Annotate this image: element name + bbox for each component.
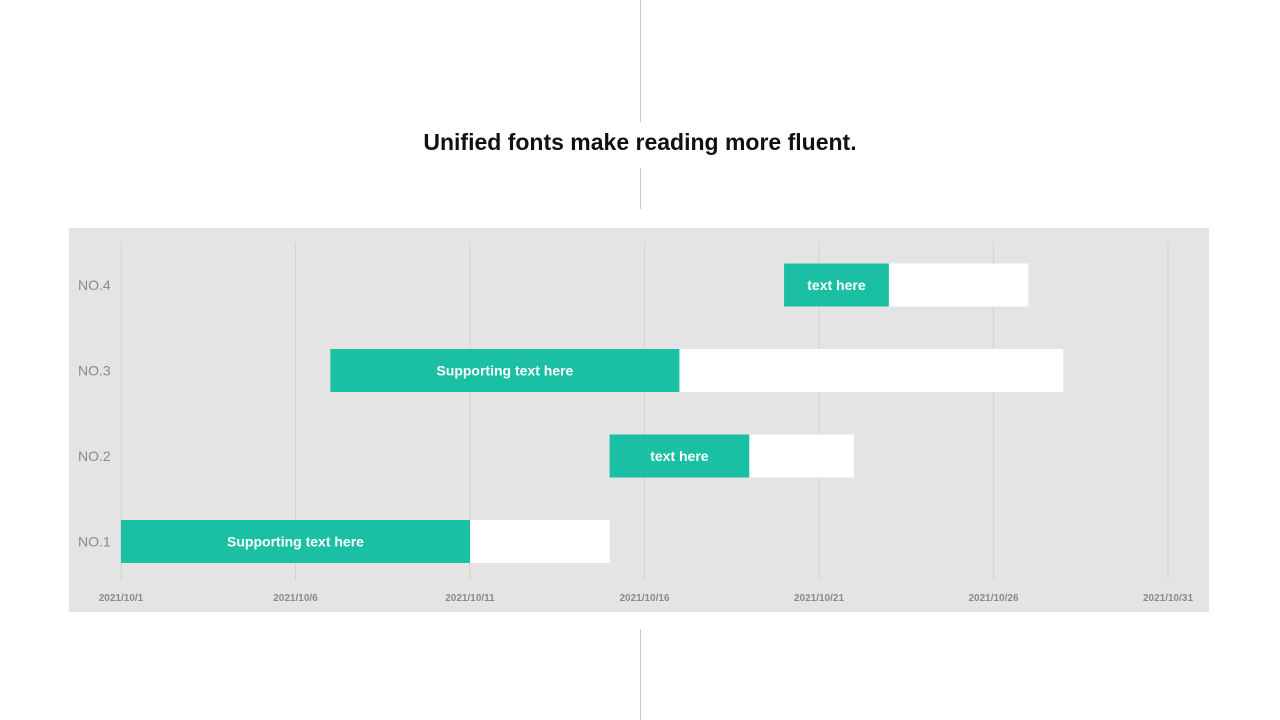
bottom-divider-line (640, 629, 641, 720)
gantt-chart-panel: 2021/10/1 2021/10/6 2021/10/11 2021/10/16 20… (69, 228, 1209, 612)
x-tick-label: 2021/10/11 (445, 593, 495, 604)
page-title: Unified fonts make reading more fluent. (423, 129, 857, 155)
task-remaining-bar (749, 434, 854, 478)
middle-divider-line (640, 168, 641, 209)
x-tick-label: 2021/10/21 (794, 593, 844, 604)
task-bar-label: text here (650, 448, 709, 464)
x-tick-label: 2021/10/26 (968, 593, 1018, 604)
task-bar-label: Supporting text here (436, 363, 573, 379)
x-tick-label: 2021/10/31 (1143, 593, 1193, 604)
y-category-label: NO.2 (78, 448, 111, 464)
y-category-label: NO.4 (78, 277, 111, 293)
y-category-label: NO.1 (78, 534, 111, 550)
task-bar-label: Supporting text here (227, 534, 364, 550)
x-tick-label: 2021/10/16 (619, 593, 669, 604)
top-divider-line (640, 0, 641, 122)
task-bar-label: text here (807, 277, 866, 293)
x-tick-label: 2021/10/1 (99, 593, 144, 604)
task-remaining-bar (470, 520, 610, 563)
y-category-label: NO.3 (78, 363, 111, 379)
gantt-chart: 2021/10/1 2021/10/6 2021/10/11 2021/10/16 20… (78, 242, 1193, 604)
x-tick-label: 2021/10/6 (273, 593, 318, 604)
task-remaining-bar (679, 349, 1064, 392)
task-remaining-bar (888, 263, 1029, 307)
